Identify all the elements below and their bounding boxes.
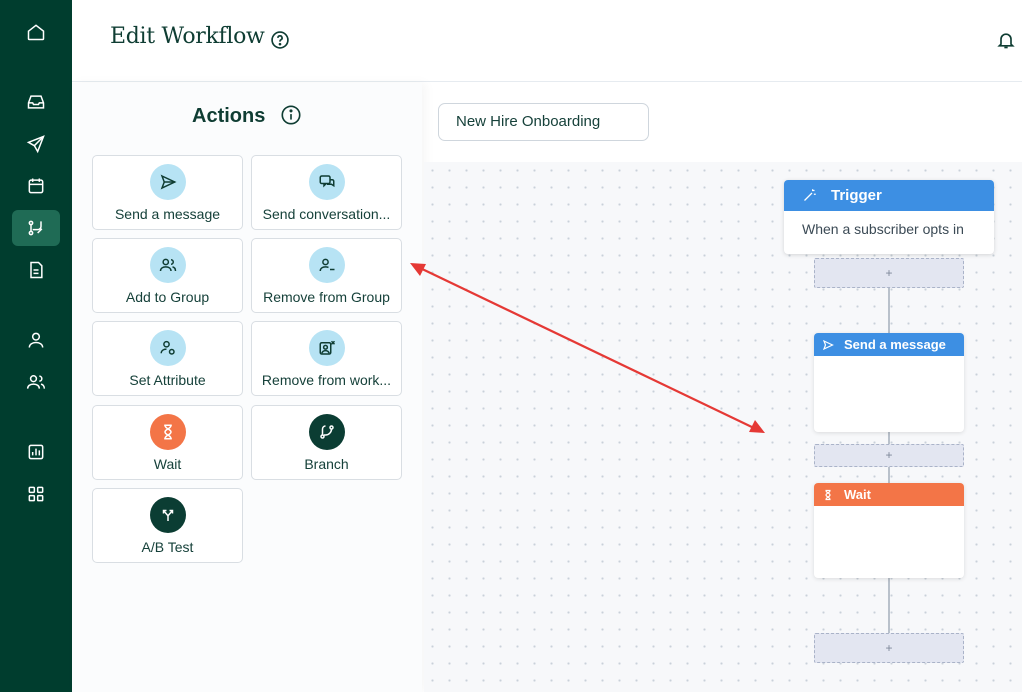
- bell-icon[interactable]: [996, 30, 1016, 50]
- action-card-wait[interactable]: Wait: [92, 405, 243, 480]
- chart-icon[interactable]: [22, 438, 50, 466]
- users-icon[interactable]: [22, 368, 50, 396]
- action-card-label: Set Attribute: [129, 372, 206, 388]
- action-card-label: Add to Group: [125, 289, 210, 305]
- trigger-title: Trigger: [831, 187, 882, 204]
- action-card-label: Send a message: [114, 206, 221, 222]
- info-icon[interactable]: [280, 104, 302, 126]
- home-icon[interactable]: [22, 18, 50, 46]
- action-card-label: Wait: [153, 456, 182, 472]
- action-card-label: Remove from work...: [261, 372, 392, 388]
- apps-icon[interactable]: [22, 480, 50, 508]
- action-card-remove-from-group[interactable]: Remove from Group: [251, 238, 402, 313]
- hourglass-icon: [150, 414, 186, 450]
- branch-icon: [309, 414, 345, 450]
- calendar-icon[interactable]: [22, 172, 50, 200]
- connector-line: [888, 467, 890, 483]
- action-card-add-to-group[interactable]: Add to Group: [92, 238, 243, 313]
- send-icon[interactable]: [22, 130, 50, 158]
- action-card-label: Branch: [304, 456, 349, 472]
- action-card-set-attribute[interactable]: Set Attribute: [92, 321, 243, 396]
- add-step-slot[interactable]: +: [814, 633, 964, 663]
- page-title: Edit Workflow: [110, 24, 265, 49]
- connector-line: [888, 432, 890, 444]
- action-card-send-message[interactable]: Send a message: [92, 155, 243, 230]
- trigger-header: Trigger: [784, 180, 994, 211]
- inbox-icon[interactable]: [22, 88, 50, 116]
- trigger-description: When a subscriber opts in: [802, 221, 964, 237]
- wait-node-header: Wait: [814, 483, 964, 506]
- workflow-icon[interactable]: [12, 210, 60, 246]
- sidebar-nav: [0, 0, 72, 692]
- action-card-remove-from-workflow[interactable]: Remove from work...: [251, 321, 402, 396]
- user-icon[interactable]: [22, 326, 50, 354]
- help-circle-icon[interactable]: [270, 30, 290, 50]
- page-header: Edit Workflow: [72, 0, 1022, 82]
- wait-node[interactable]: Wait: [814, 483, 964, 578]
- add-step-slot[interactable]: +: [814, 444, 964, 467]
- connector-line: [888, 288, 890, 334]
- send-icon: [150, 164, 186, 200]
- wait-node-title: Wait: [844, 487, 871, 502]
- send-message-node-title: Send a message: [844, 337, 946, 352]
- user-minus-icon: [309, 247, 345, 283]
- add-step-slot[interactable]: +: [814, 258, 964, 288]
- hourglass-icon: [825, 489, 831, 501]
- action-card-label: A/B Test: [141, 539, 194, 555]
- connector-line: [888, 578, 890, 634]
- send-icon: [822, 339, 834, 351]
- trigger-node[interactable]: Trigger When a subscriber opts in: [784, 180, 994, 254]
- send-message-node[interactable]: Send a message: [814, 333, 964, 432]
- send-message-node-header: Send a message: [814, 333, 964, 356]
- actions-title: Actions: [192, 105, 266, 127]
- action-card-label: Send conversation...: [262, 206, 391, 222]
- magic-wand-icon: [804, 189, 816, 201]
- user-tag-icon: [150, 330, 186, 366]
- workflow-name-input[interactable]: New Hire Onboarding: [438, 103, 649, 141]
- action-card-label: Remove from Group: [263, 289, 390, 305]
- chat-icon: [309, 164, 345, 200]
- document-icon[interactable]: [22, 256, 50, 284]
- split-icon: [150, 497, 186, 533]
- action-card-branch[interactable]: Branch: [251, 405, 402, 480]
- action-card-ab-test[interactable]: A/B Test: [92, 488, 243, 563]
- users-icon: [150, 247, 186, 283]
- remove-image-icon: [309, 330, 345, 366]
- action-card-send-conversation[interactable]: Send conversation...: [251, 155, 402, 230]
